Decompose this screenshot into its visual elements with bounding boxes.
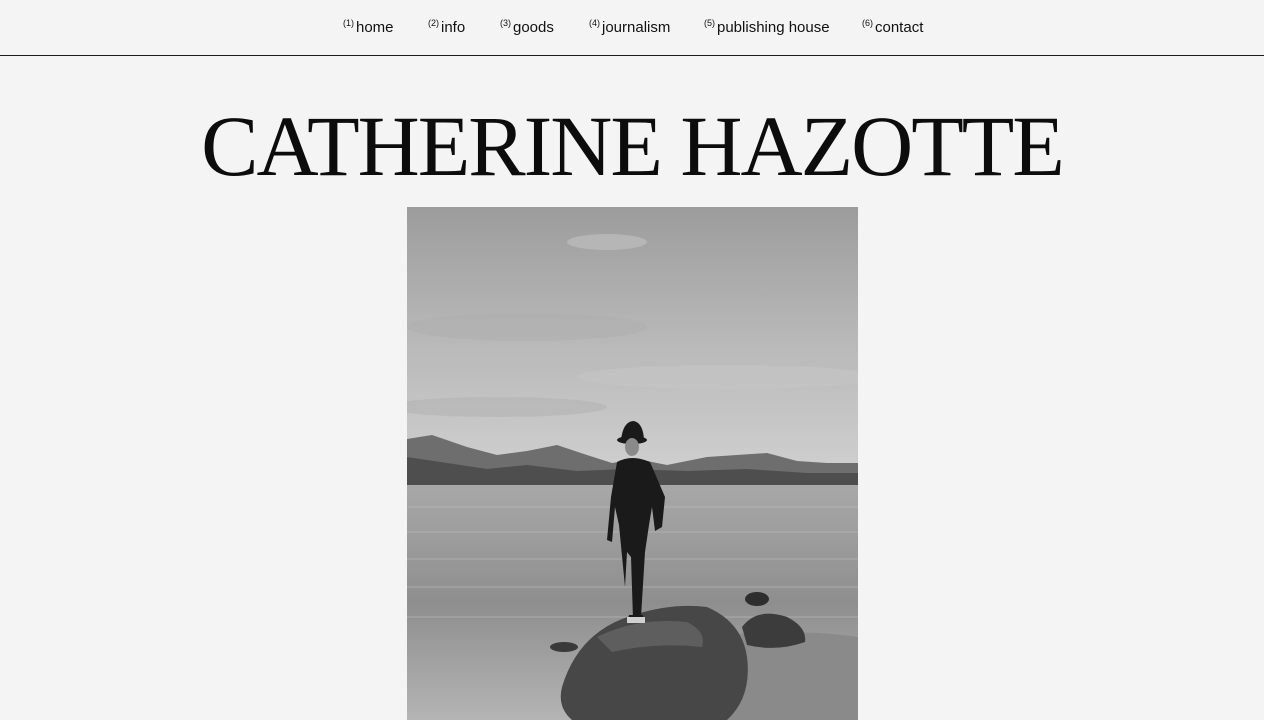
nav-item-publishing-house[interactable]: (5) publishing house bbox=[704, 18, 830, 38]
nav-item-home[interactable]: (1) home bbox=[343, 18, 394, 38]
nav-item-journalism[interactable]: (4) journalism bbox=[589, 18, 671, 38]
nav-item-label: journalism bbox=[602, 19, 671, 36]
nav-item-label: goods bbox=[513, 19, 554, 36]
hero-photo bbox=[407, 207, 858, 720]
nav-item-info[interactable]: (2) info bbox=[428, 18, 466, 38]
nav-item-label: home bbox=[356, 19, 394, 36]
nav-item-contact[interactable]: (6) contact bbox=[862, 18, 924, 38]
top-navigation: (1) home (2) info (3) goods (4) journalism (… bbox=[0, 0, 1264, 56]
nav-item-label: info bbox=[441, 19, 466, 36]
nav-item-number: (4) bbox=[589, 18, 600, 28]
nav-item-number: (2) bbox=[428, 18, 439, 28]
nav-item-goods[interactable]: (3) goods bbox=[500, 18, 554, 38]
nav-item-number: (3) bbox=[500, 18, 511, 28]
nav-item-label: contact bbox=[875, 19, 924, 36]
nav-item-label: publishing house bbox=[717, 19, 830, 36]
nav-item-number: (5) bbox=[704, 18, 715, 28]
site-title: CATHERINE HAZOTTE bbox=[201, 98, 1065, 194]
nav-item-number: (1) bbox=[343, 18, 354, 28]
nav-item-number: (6) bbox=[862, 18, 873, 28]
